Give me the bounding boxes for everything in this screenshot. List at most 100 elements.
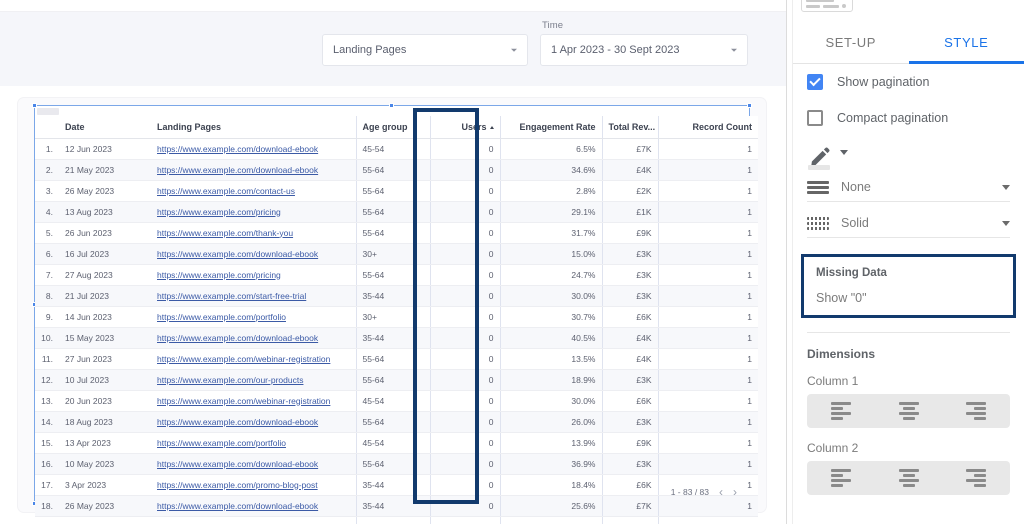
- align-right-icon[interactable]: [942, 402, 1010, 420]
- column-header-record-count[interactable]: Record Count: [657, 116, 758, 139]
- cell-total-revenue: £1K: [601, 201, 658, 223]
- column-header-engagement-rate[interactable]: Engagement Rate: [499, 116, 602, 139]
- time-range-dropdown[interactable]: 1 Apr 2023 - 30 Sept 2023: [540, 34, 748, 66]
- chevron-down-icon[interactable]: [1002, 184, 1010, 190]
- dimensions-section-title: Dimensions: [807, 347, 876, 361]
- tab-style[interactable]: STYLE: [908, 22, 1024, 64]
- missing-data-select[interactable]: Show "0": [810, 291, 1007, 305]
- table-row: 9. 14 Jun 2023 https://www.example.com/por…: [35, 306, 758, 328]
- missing-data-title: Missing Data: [816, 267, 887, 279]
- chevron-down-icon[interactable]: [840, 150, 848, 155]
- cell-total-revenue: £3K: [601, 285, 658, 307]
- column-header-landing-pages[interactable]: Landing Pages: [151, 116, 356, 139]
- cell-users: 0: [429, 516, 500, 524]
- table-selection-frame[interactable]: Date Landing Pages Age group Users Engag…: [32, 103, 758, 524]
- resize-handle-top-right[interactable]: [747, 103, 752, 108]
- landing-page-link[interactable]: https://www.example.com/webinar-registra…: [157, 354, 330, 364]
- column-1-alignment-group: [807, 394, 1010, 428]
- cell-total-revenue: £4K: [601, 159, 658, 181]
- cell-engagement-rate: 34.6%: [499, 159, 602, 181]
- checkbox-show-pagination[interactable]: [807, 74, 823, 90]
- table-row: 10. 15 May 2023 https://www.example.com/do…: [35, 327, 758, 349]
- cell-engagement-rate: 30.0%: [499, 390, 602, 412]
- landing-page-link[interactable]: https://www.example.com/download-ebook: [157, 144, 318, 154]
- landing-page-link[interactable]: https://www.example.com/thank-you: [157, 228, 293, 238]
- landing-page-link[interactable]: https://www.example.com/download-ebook: [157, 501, 318, 511]
- cell-record-count: 1: [657, 222, 758, 244]
- table-row: 12. 10 Jul 2023 https://www.example.com/ou…: [35, 369, 758, 391]
- column-2-alignment-group: [807, 461, 1010, 495]
- chart-type-thumbnail[interactable]: [801, 0, 853, 12]
- pagination-prev-button[interactable]: ‹: [719, 485, 723, 499]
- column-header-users[interactable]: Users: [429, 116, 500, 139]
- cell-total-revenue: £3K: [601, 411, 658, 433]
- cell-landing-page: https://www.example.com/contact-us: [151, 180, 356, 202]
- chevron-down-icon: [511, 48, 517, 52]
- option-show-pagination[interactable]: Show pagination: [793, 64, 1024, 100]
- cell-age-group: 55-64: [355, 348, 430, 370]
- tab-set-up[interactable]: SET-UP: [793, 22, 909, 63]
- align-center-icon[interactable]: [875, 469, 943, 487]
- label-compact-pagination: Compact pagination: [837, 111, 949, 125]
- cell-date: 27 Aug 2023: [59, 264, 151, 286]
- cell-age-group: 55-64: [355, 369, 430, 391]
- column-header-age-group[interactable]: Age group: [355, 116, 430, 139]
- border-style-value: Solid: [841, 216, 869, 230]
- landing-page-link[interactable]: https://www.example.com/start-free-trial: [157, 291, 306, 301]
- landing-pages-dropdown[interactable]: Landing Pages: [322, 34, 528, 66]
- option-compact-pagination[interactable]: Compact pagination: [793, 100, 1024, 136]
- checkbox-compact-pagination[interactable]: [807, 110, 823, 126]
- column-header-total-revenue[interactable]: Total Rev...: [601, 116, 658, 139]
- align-left-icon[interactable]: [807, 402, 875, 420]
- filter-time[interactable]: Time 1 Apr 2023 - 30 Sept 2023: [540, 20, 748, 66]
- pencil-icon[interactable]: [807, 144, 833, 170]
- landing-page-link[interactable]: https://www.example.com/webinar-registra…: [157, 396, 330, 406]
- cell-users: 0: [429, 369, 500, 391]
- cell-record-count: 1: [657, 285, 758, 307]
- resize-handle-top-left[interactable]: [32, 103, 37, 108]
- table-row: 4. 13 Aug 2023 https://www.example.com/pri…: [35, 201, 758, 223]
- landing-page-link[interactable]: https://www.example.com/contact-us: [157, 186, 295, 196]
- column-2-label: Column 2: [807, 441, 859, 455]
- border-style-select[interactable]: Solid: [807, 216, 1010, 238]
- cell-users: 0: [429, 180, 500, 202]
- align-left-icon[interactable]: [807, 469, 875, 487]
- chevron-down-icon: [731, 48, 737, 52]
- cell-record-count: 1: [657, 432, 758, 454]
- align-center-icon[interactable]: [875, 402, 943, 420]
- cell-age-group: 55-64: [355, 222, 430, 244]
- landing-page-link[interactable]: https://www.example.com/pricing: [157, 270, 281, 280]
- landing-page-link[interactable]: https://www.example.com/pricing: [157, 207, 281, 217]
- pagination-next-button[interactable]: ›: [733, 485, 737, 499]
- align-right-icon[interactable]: [942, 469, 1010, 487]
- border-weight-select[interactable]: None: [807, 180, 1010, 202]
- landing-page-link[interactable]: https://www.example.com/promo-blog-post: [157, 480, 318, 490]
- landing-page-link[interactable]: https://www.example.com/download-ebook: [157, 333, 318, 343]
- cell-index: 16.: [35, 453, 59, 475]
- canvas-top-strip: [0, 0, 786, 12]
- table-row: 18. 26 May 2023 https://www.example.com/do…: [35, 495, 758, 517]
- landing-page-link[interactable]: https://www.example.com/portfolio: [157, 438, 286, 448]
- cell-total-revenue: £7K: [601, 495, 658, 517]
- filter-landing-pages[interactable]: Landing Pages: [322, 34, 528, 66]
- landing-page-link[interactable]: https://www.example.com/download-ebook: [157, 459, 318, 469]
- chevron-down-icon[interactable]: [1002, 220, 1010, 226]
- border-color-control[interactable]: [793, 136, 1024, 174]
- cell-date: 21 Jul 2023: [59, 285, 151, 307]
- cell-landing-page: https://www.example.com/download-ebook: [151, 138, 356, 160]
- landing-page-link[interactable]: https://www.example.com/download-ebook: [157, 249, 318, 259]
- cell-users: 0: [429, 432, 500, 454]
- column-header-date[interactable]: Date: [59, 116, 151, 139]
- landing-page-link[interactable]: https://www.example.com/download-ebook: [157, 165, 318, 175]
- landing-page-link[interactable]: https://www.example.com/our-products: [157, 375, 303, 385]
- table-drag-handle[interactable]: [37, 108, 59, 115]
- cell-users: 0: [429, 348, 500, 370]
- landing-page-link[interactable]: https://www.example.com/download-ebook: [157, 417, 318, 427]
- border-color-swatch[interactable]: [808, 165, 830, 170]
- cell-date: 3 Apr 2023: [59, 474, 151, 496]
- landing-page-link[interactable]: https://www.example.com/portfolio: [157, 312, 286, 322]
- resize-handle-top-middle[interactable]: [389, 103, 394, 108]
- table-row: 8. 21 Jul 2023 https://www.example.com/sta…: [35, 285, 758, 307]
- cell-engagement-rate: 2.8%: [499, 180, 602, 202]
- cell-total-revenue: £2K: [601, 180, 658, 202]
